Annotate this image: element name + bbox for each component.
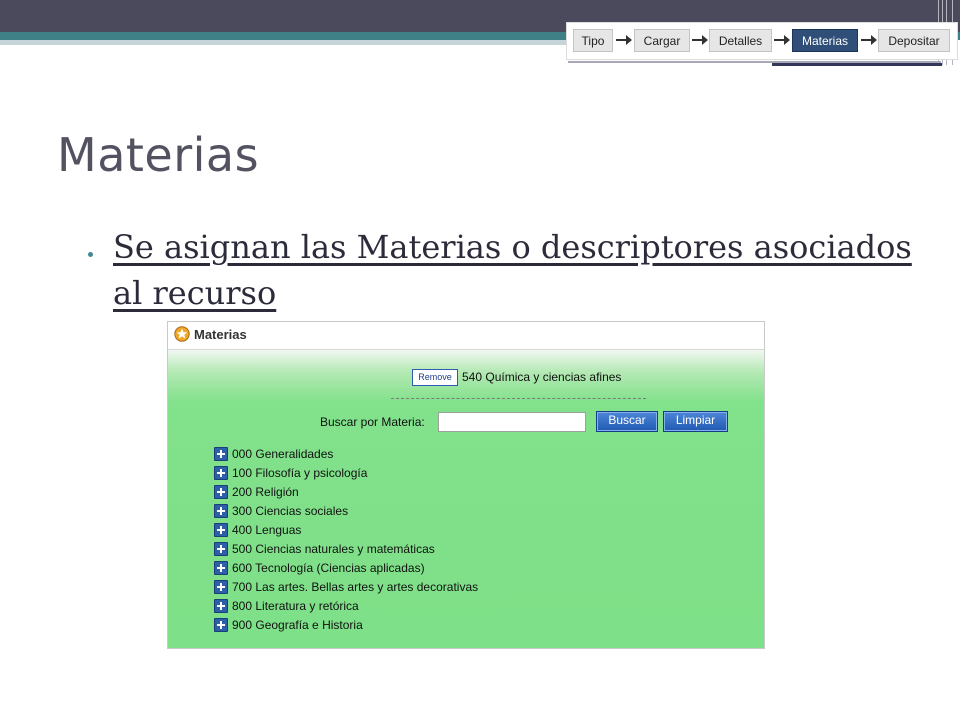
materias-panel: Materias Remove 540 Química y ciencias a… — [167, 321, 765, 649]
remove-button[interactable]: Remove — [412, 369, 458, 386]
panel-header: Materias — [168, 322, 764, 350]
star-icon — [174, 326, 190, 342]
step-tipo[interactable]: Tipo — [573, 29, 613, 52]
step-depositar[interactable]: Depositar — [878, 29, 950, 52]
arrow-right-icon — [774, 35, 790, 45]
search-label: Buscar por Materia: — [320, 415, 425, 429]
search-button[interactable]: Buscar — [596, 411, 658, 432]
bullet-text[interactable]: Se asignan las Materias o descriptores a… — [113, 224, 913, 316]
expand-plus-icon[interactable] — [214, 504, 228, 518]
arrow-right-icon — [616, 35, 632, 45]
step-cargar[interactable]: Cargar — [634, 29, 690, 52]
expand-plus-icon[interactable] — [214, 580, 228, 594]
expand-plus-icon[interactable] — [214, 447, 228, 461]
expand-plus-icon[interactable] — [214, 561, 228, 575]
arrow-right-icon — [861, 35, 877, 45]
arrow-right-icon — [692, 35, 708, 45]
expand-plus-icon[interactable] — [214, 599, 228, 613]
divider — [391, 398, 646, 399]
slide-title: Materias — [57, 128, 260, 182]
top-stripe-light — [0, 40, 580, 45]
step-detalles[interactable]: Detalles — [709, 29, 772, 52]
steps-underline-accent — [772, 63, 942, 66]
expand-plus-icon[interactable] — [214, 466, 228, 480]
step-materias[interactable]: Materias — [792, 29, 858, 52]
workflow-steps: Tipo Cargar Detalles Materias Depositar — [566, 22, 958, 60]
expand-plus-icon[interactable] — [214, 618, 228, 632]
panel-title: Materias — [194, 327, 247, 342]
expand-plus-icon[interactable] — [214, 542, 228, 556]
bullet-dot — [88, 252, 93, 257]
selected-subject: 540 Química y ciencias afines — [462, 370, 622, 384]
clear-button[interactable]: Limpiar — [663, 411, 728, 432]
search-input[interactable] — [438, 412, 586, 432]
expand-plus-icon[interactable] — [214, 523, 228, 537]
expand-plus-icon[interactable] — [214, 485, 228, 499]
